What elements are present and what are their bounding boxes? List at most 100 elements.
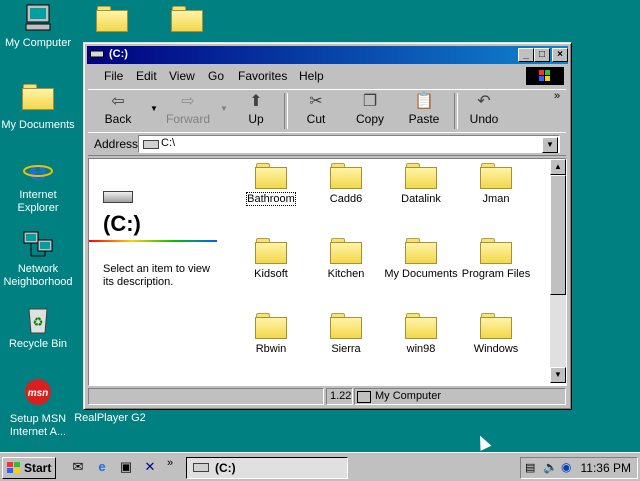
close-button[interactable]: × [552,48,568,62]
up-button[interactable]: ⬆ Up [230,92,282,130]
undo-button[interactable]: ↶ Undo [458,92,510,130]
quicklaunch-desktop-icon[interactable]: ▣ [118,459,134,475]
scissors-icon: ✂ [309,93,323,110]
folder-item-datalink[interactable]: Datalink [381,163,461,205]
desktop-icon-realplayer[interactable]: RealPlayer G2 [72,412,148,425]
title-bar[interactable]: (C:) _ □ × [87,46,568,64]
paste-button[interactable]: 📋 Paste [398,92,450,130]
folder-item-kitchen[interactable]: Kitchen [306,238,386,280]
menu-help[interactable]: Help [299,69,324,83]
desktop-icon-internet-explorer[interactable]: e Internet Explorer [0,154,76,215]
desktop-icon-label: Internet Explorer [17,189,59,214]
forward-dropdown-icon[interactable]: ▼ [220,104,228,113]
back-button[interactable]: ⇦ Back [92,92,144,130]
desktop-icon-recycle-bin[interactable]: ♻ Recycle Bin [0,303,76,351]
folder-item-rbwin[interactable]: Rbwin [231,313,311,355]
folder-item-my-documents[interactable]: My Documents [381,238,461,280]
documents-folder-icon [405,238,437,264]
chevron-down-icon: ▼ [546,140,554,149]
drive-icon [143,140,159,149]
vertical-scrollbar[interactable]: ▲ ▼ [550,159,566,383]
folder-label: Kitchen [327,268,365,280]
start-button[interactable]: Start [2,457,56,479]
address-label: Address [94,137,139,151]
menu-bar: File Edit View Go Favorites Help [88,66,566,86]
network-icon [22,228,54,260]
forward-button[interactable]: ⇨ Forward [162,92,214,130]
folder-label: Program Files [461,268,531,280]
copy-button[interactable]: ❐ Copy [344,92,396,130]
drive-title: (C:) [103,211,141,236]
folder-view: (C:) Select an item to view its descript… [88,158,567,386]
toolbar-more-chevron[interactable]: » [554,90,560,102]
internet-explorer-icon: e [22,154,54,187]
folder-icon [480,163,512,189]
folder-item-cadd6[interactable]: Cadd6 [306,163,386,205]
status-size: 1.22 [326,388,353,405]
menu-edit[interactable]: Edit [136,69,157,83]
quicklaunch-outlook-icon[interactable]: ✉ [70,459,86,475]
maximize-button[interactable]: □ [534,48,550,62]
folder-icon [405,163,437,189]
window-title: (C:) [109,48,128,60]
folder-item-sierra[interactable]: Sierra [306,313,386,355]
folder-item-jman[interactable]: Jman [456,163,536,205]
quicklaunch-channels-icon[interactable]: ✕ [142,459,158,475]
folder-label: Datalink [401,193,441,205]
minimize-icon: _ [523,49,529,60]
folder-icon [255,163,287,189]
toolbar: ⇦ Back ▼ ⇨ Forward ▼ ⬆ Up ✂ Cut ❐ Copy 📋… [88,89,566,133]
desktop-icon-my-documents[interactable]: My Documents [0,80,76,132]
task-button-c-drive[interactable]: (C:) [186,457,348,479]
tray-volume-icon[interactable]: 🔈 [543,460,558,474]
windows-logo-icon [526,67,564,85]
status-location: My Computer [375,390,442,402]
explorer-window: (C:) _ □ × File Edit View Go Favorites H… [83,42,572,410]
desktop-icon-label: RealPlayer G2 [74,412,146,424]
folder-item-windows[interactable]: Windows [456,313,536,355]
windows-flag-icon [7,462,21,474]
scroll-up-button[interactable]: ▲ [550,159,566,175]
quicklaunch-ie-icon[interactable]: e [94,459,110,475]
desktop-icon-label: Recycle Bin [8,338,68,350]
up-folder-icon: ⬆ [249,93,263,110]
address-value: C:\ [161,137,176,149]
folder-icon [330,313,362,339]
rainbow-divider [89,240,217,242]
desktop-icon-my-computer[interactable]: My Computer [0,2,76,50]
folder-item-bathroom[interactable]: Bathroom [231,163,311,206]
minimize-button[interactable]: _ [518,48,534,62]
menu-view[interactable]: View [169,69,195,83]
drive-icon [90,49,104,59]
scroll-thumb[interactable] [550,175,566,295]
tray-network-icon[interactable]: ▤ [525,461,535,474]
svg-text:msn: msn [28,388,49,399]
menu-favorites[interactable]: Favorites [238,69,287,83]
copy-icon: ❐ [362,93,378,110]
cut-button[interactable]: ✂ Cut [290,92,342,130]
folder-icon [330,238,362,264]
clock[interactable]: 11:36 PM [581,461,631,475]
hard-drive-icon [103,191,133,203]
desktop-icon-msn[interactable]: msn Setup MSN Internet A... [0,378,76,439]
menu-go[interactable]: Go [208,69,224,83]
desktop-icon-network[interactable]: Network Neighborhood [0,228,76,289]
folder-icon [255,313,287,339]
desktop-icon-label: My Computer [4,37,72,49]
quicklaunch-more-chevron[interactable]: » [167,457,173,469]
back-dropdown-icon[interactable]: ▼ [150,104,158,113]
desktop-folder-1[interactable] [96,6,128,32]
address-input[interactable]: C:\ ▼ [138,135,560,153]
tray-messenger-icon[interactable]: ◉ [561,460,571,474]
folder-item-kidsoft[interactable]: Kidsoft [231,238,311,280]
menu-file[interactable]: File [104,69,123,83]
folder-item-win98[interactable]: win98 [381,313,461,355]
folder-icon [405,313,437,339]
folder-label: win98 [406,343,436,355]
maximize-icon: □ [538,49,546,60]
web-view-pane: (C:) Select an item to view its descript… [89,159,229,385]
scroll-down-button[interactable]: ▼ [550,367,566,383]
folder-item-program-files[interactable]: Program Files [456,238,536,280]
desktop-folder-2[interactable] [171,6,203,32]
address-dropdown-button[interactable]: ▼ [542,137,558,153]
